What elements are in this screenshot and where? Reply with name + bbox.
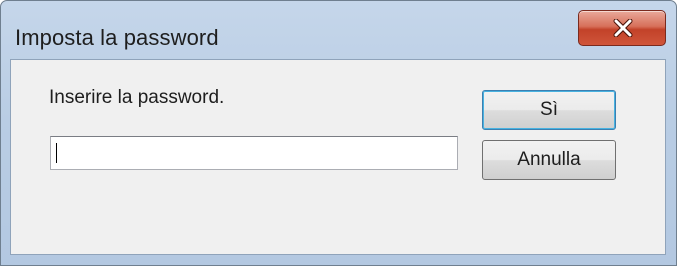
password-prompt-label: Inserire la password. xyxy=(49,87,225,108)
set-password-dialog: Imposta la password Inserire la password… xyxy=(0,0,677,266)
text-caret xyxy=(56,143,57,163)
dialog-body: Inserire la password. Sì Annulla xyxy=(10,59,666,255)
close-button[interactable] xyxy=(578,10,666,46)
title-bar[interactable]: Imposta la password xyxy=(1,1,676,59)
yes-button[interactable]: Sì xyxy=(482,90,616,130)
close-icon xyxy=(613,19,633,37)
cancel-button[interactable]: Annulla xyxy=(482,140,616,180)
password-input[interactable] xyxy=(50,136,458,170)
window-title: Imposta la password xyxy=(15,25,219,50)
